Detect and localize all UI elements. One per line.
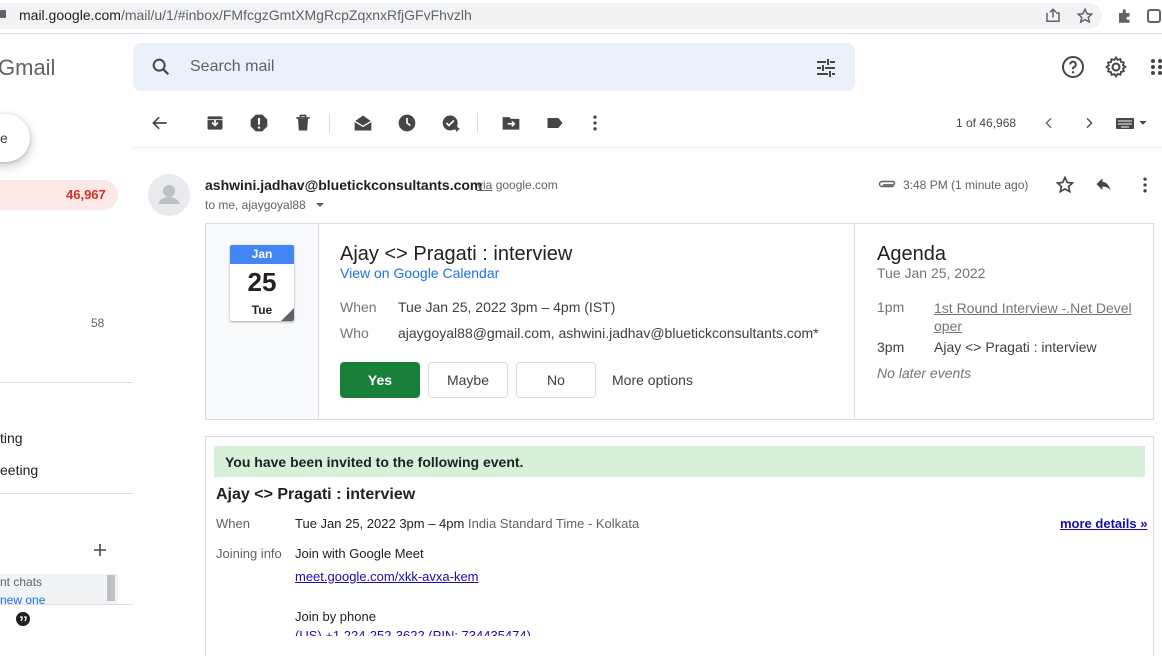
via-link[interactable]: via — [477, 178, 492, 192]
sidebar-item-meeting-join[interactable]: eeting — [0, 462, 38, 478]
rsvp-more-options-button[interactable]: More options — [612, 372, 693, 388]
agenda-title: Agenda — [877, 243, 946, 265]
toolbar-bottom-divider — [133, 147, 1162, 148]
rsvp-yes-button[interactable]: Yes — [340, 362, 420, 398]
newer-chevron-left-icon[interactable] — [1041, 115, 1057, 131]
agenda-item-time: 3pm — [877, 339, 905, 355]
event-title: Ajay <> Pragati : interview — [340, 243, 573, 265]
view-on-calendar-link[interactable]: View on Google Calendar — [340, 265, 499, 281]
more-details-link[interactable]: more details » — [1060, 516, 1147, 531]
message-time: 3:48 PM (1 minute ago) — [903, 178, 1029, 192]
reply-icon[interactable] — [1094, 175, 1114, 195]
phone-number-link[interactable]: (US) +1 224-252-3622 (PIN: 734435474) — [295, 628, 595, 636]
rsvp-maybe-button[interactable]: Maybe — [428, 362, 508, 398]
when-label: When — [340, 299, 377, 315]
more-vertical-icon[interactable] — [585, 113, 605, 133]
start-new-chat-link[interactable]: new one — [0, 593, 45, 604]
agenda-item-event: Ajay <> Pragati : interview — [934, 339, 1097, 355]
attachment-paperclip-icon — [877, 177, 897, 191]
gmail-logo[interactable]: Gmail — [0, 55, 55, 81]
calendar-month: Jan — [230, 245, 294, 264]
search-icon[interactable] — [150, 56, 172, 78]
chat-bubble-icon[interactable] — [14, 611, 32, 629]
star-icon[interactable] — [1055, 175, 1075, 195]
star-bookmark-icon[interactable] — [1076, 7, 1094, 25]
delete-trash-icon[interactable] — [293, 113, 313, 133]
body-when-time: Tue Jan 25, 2022 3pm – 4pm — [295, 516, 465, 531]
agenda-item-time: 1pm — [877, 299, 905, 315]
body-when-label: When — [216, 516, 250, 531]
pagination-count: 1 of 46,968 — [956, 116, 1017, 130]
via-domain: via google.com — [477, 178, 558, 192]
meet-link[interactable]: meet.google.com/xkk-avxa-kem — [295, 569, 479, 584]
url-path: /mail/u/1/#inbox/FMfcgzGmtXMgRcpZqxnxRfj… — [120, 7, 472, 23]
recipients-text: to me, ajaygoyal88 — [205, 198, 306, 212]
who-label: Who — [340, 325, 369, 341]
body-when-value: Tue Jan 25, 2022 3pm – 4pm India Standar… — [295, 516, 639, 531]
move-to-folder-icon[interactable] — [501, 113, 521, 133]
mark-unread-icon[interactable] — [353, 113, 373, 133]
inbox-unread-count: 46,967 — [66, 187, 106, 202]
sender-email[interactable]: ashwini.jadhav@bluetickconsultants.com — [205, 177, 482, 193]
rsvp-no-button[interactable]: No — [516, 362, 596, 398]
recipients-line[interactable]: to me, ajaygoyal88 — [205, 198, 306, 212]
body-event-title: Ajay <> Pragati : interview — [216, 486, 416, 503]
share-icon[interactable] — [1044, 7, 1062, 25]
nav-divider — [0, 382, 133, 383]
url-text[interactable]: mail.google.com/mail/u/1/#inbox/FMfcgzGm… — [19, 7, 472, 23]
calendar-day: 25 — [247, 267, 277, 297]
lock-icon[interactable] — [0, 10, 6, 18]
joining-info-label: Joining info — [216, 546, 282, 561]
body-when-timezone: India Standard Time - Kolkata — [467, 516, 640, 531]
apps-grid-icon[interactable] — [1150, 58, 1162, 76]
nav-divider — [0, 493, 133, 494]
join-phone-text: Join by phone — [295, 609, 376, 624]
via-domain-text: google.com — [495, 178, 558, 192]
agenda-no-later-events: No later events — [877, 365, 972, 381]
add-to-tasks-icon[interactable] — [441, 113, 461, 133]
snooze-clock-icon[interactable] — [397, 113, 417, 133]
message-more-vertical-icon[interactable] — [1135, 175, 1155, 195]
compose-label: e — [0, 130, 8, 146]
invited-banner-text: You have been invited to the following e… — [225, 454, 524, 470]
settings-gear-icon[interactable] — [1104, 55, 1128, 79]
join-meet-text: Join with Google Meet — [295, 546, 424, 561]
browser-address-bar: mail.google.com/mail/u/1/#inbox/FMfcgzGm… — [0, 0, 1162, 34]
search-input[interactable] — [190, 58, 750, 76]
search-options-icon[interactable] — [814, 56, 838, 80]
agenda-date: Tue Jan 25, 2022 — [877, 265, 986, 281]
back-arrow-icon[interactable] — [150, 113, 170, 133]
report-spam-icon[interactable] — [249, 113, 269, 133]
older-chevron-right-icon[interactable] — [1081, 115, 1097, 131]
agenda-divider — [854, 224, 855, 419]
archive-icon[interactable] — [205, 113, 225, 133]
agenda-item-event-link[interactable]: 1st Round Interview -.Net Devel oper — [934, 299, 1134, 335]
add-chat-plus-icon[interactable] — [93, 543, 107, 557]
sidebar-item-meeting-start[interactable]: ting — [0, 430, 23, 446]
toolbar-divider — [329, 113, 330, 133]
url-host: mail.google.com — [19, 7, 121, 23]
toolbar-divider — [477, 113, 478, 133]
sidebar-item-count: 58 — [91, 316, 105, 330]
who-value: ajaygoyal88@gmail.com, ashwini.jadhav@bl… — [398, 325, 819, 341]
recipient-details-dropdown-icon[interactable] — [315, 201, 325, 209]
sender-avatar[interactable] — [148, 174, 190, 216]
extensions-icon[interactable] — [1116, 7, 1134, 25]
chats-empty-text: nt chats — [0, 575, 43, 589]
keyboard-input-icon[interactable] — [1116, 116, 1148, 130]
label-tag-icon[interactable] — [545, 113, 565, 133]
profile-icon[interactable] — [1146, 8, 1162, 24]
help-icon[interactable] — [1061, 55, 1085, 79]
when-value: Tue Jan 25, 2022 3pm – 4pm (IST) — [398, 299, 616, 315]
page-fold-corner — [281, 308, 294, 321]
calendar-date-icon: Jan 25 Tue — [230, 245, 294, 321]
chats-scrollbar[interactable] — [107, 575, 115, 601]
